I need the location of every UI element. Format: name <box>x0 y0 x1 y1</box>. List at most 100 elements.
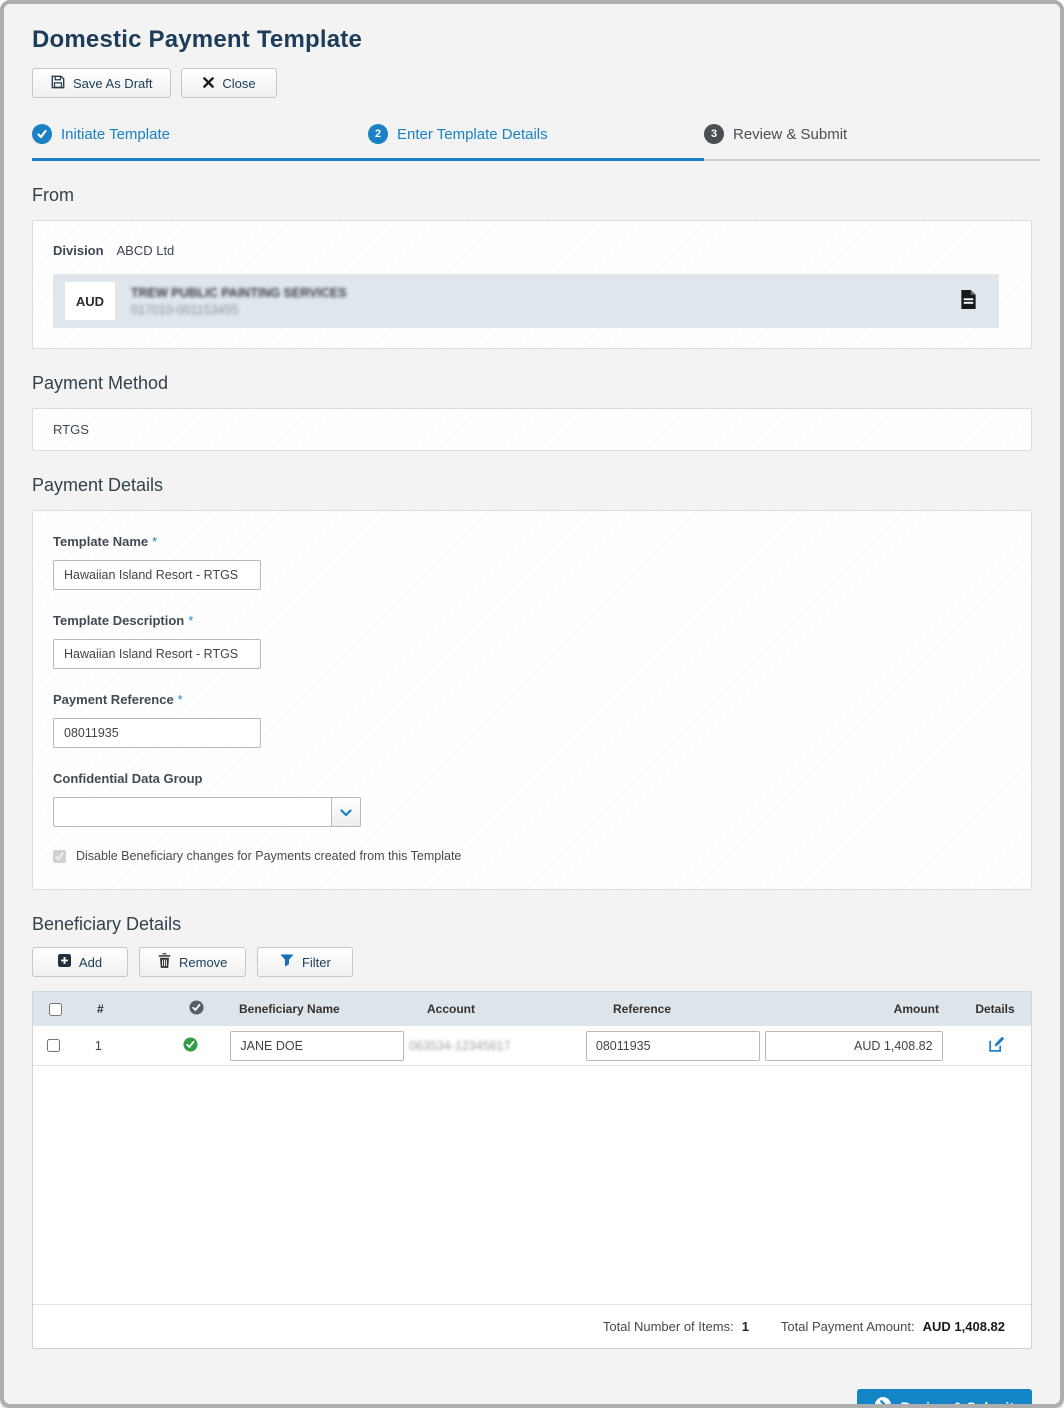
row-status-cell <box>171 1036 231 1055</box>
disable-beneficiary-checkbox <box>53 849 66 863</box>
division-value: ABCD Ltd <box>116 243 175 258</box>
row-checkbox[interactable] <box>47 1039 61 1052</box>
close-icon <box>203 76 215 91</box>
close-button[interactable]: Close <box>181 68 278 98</box>
add-label: Add <box>78 954 103 970</box>
filter-button[interactable]: Filter <box>257 947 354 977</box>
from-heading: From <box>32 185 74 205</box>
step-complete-check-icon <box>32 124 52 144</box>
total-items-value: 1 <box>741 1319 749 1334</box>
step-label: Initiate Template <box>61 125 170 143</box>
page-content: Domestic Payment Template Save As Draft … <box>4 4 1060 1349</box>
template-description-field-group: Template Description * <box>53 612 1011 669</box>
row-index: 1 <box>94 1038 102 1053</box>
beneficiary-table: # Beneficiary Name Account Reference Amo… <box>32 991 1032 1349</box>
beneficiary-name-input[interactable] <box>230 1030 405 1061</box>
total-amount-value: AUD 1,408.82 <box>922 1319 1005 1334</box>
arrow-right-circle-icon <box>875 1397 892 1404</box>
add-beneficiary-button[interactable]: Add <box>32 947 128 977</box>
payment-reference-input[interactable] <box>53 718 261 748</box>
payment-details-heading: Payment Details <box>32 475 164 495</box>
disable-beneficiary-label: Disable Beneficiary changes for Payments… <box>76 849 462 863</box>
account-number: 017010-001153455 <box>131 302 239 317</box>
payment-method-heading: Payment Method <box>32 373 169 393</box>
details-column-header: Details <box>975 1002 1015 1016</box>
template-name-label: Template Name <box>53 534 149 549</box>
row-details-cell <box>963 1036 1031 1056</box>
step-number-badge: 2 <box>368 124 388 144</box>
required-asterisk: * <box>188 613 194 628</box>
confidential-data-group-input[interactable] <box>53 797 331 827</box>
edit-details-button[interactable] <box>988 1036 1005 1056</box>
add-icon <box>57 954 71 970</box>
status-check-icon <box>189 1000 204 1018</box>
review-submit-label: Review & Submit <box>900 1398 1014 1408</box>
row-account-cell: 063534-12345617 <box>409 1039 586 1053</box>
required-asterisk: * <box>177 692 183 707</box>
edit-icon <box>988 1036 1005 1056</box>
template-description-input[interactable] <box>53 639 261 669</box>
review-submit-button[interactable]: Review & Submit <box>857 1389 1032 1408</box>
save-as-draft-button[interactable]: Save As Draft <box>32 68 172 98</box>
wizard-steps: Initiate Template 2 Enter Template Detai… <box>32 124 1040 161</box>
payment-details-card: Template Name* Template Description* Pay… <box>32 510 1032 890</box>
select-all-cell <box>33 1002 77 1016</box>
index-column-header: # <box>97 1002 104 1016</box>
steps-pending-group: 3 Review & Submit <box>704 124 1040 161</box>
close-label: Close <box>222 75 256 91</box>
select-all-checkbox[interactable] <box>48 1002 62 1016</box>
template-description-label: Template Description <box>53 613 185 628</box>
document-icon <box>960 290 977 312</box>
row-name-cell <box>230 1030 409 1061</box>
step-enter-template-details[interactable]: 2 Enter Template Details <box>368 124 704 144</box>
chevron-down-icon <box>340 805 352 820</box>
division-label: Division <box>53 243 104 258</box>
division-row: Division ABCD Ltd <box>53 243 1011 258</box>
total-amount-label: Total Payment Amount: <box>780 1319 915 1334</box>
row-select-cell <box>33 1039 75 1052</box>
payment-reference-label: Payment Reference <box>53 692 174 707</box>
step-label: Review & Submit <box>733 125 848 143</box>
beneficiary-toolbar: Add Remove Filter <box>32 947 1032 977</box>
reference-input[interactable] <box>585 1030 760 1061</box>
row-amount-cell <box>764 1030 963 1061</box>
required-asterisk: * <box>152 534 158 549</box>
confidential-dropdown-button[interactable] <box>331 797 361 827</box>
total-items-label: Total Number of Items: <box>602 1319 734 1334</box>
table-header-row: # Beneficiary Name Account Reference Amo… <box>33 992 1031 1026</box>
remove-beneficiary-button[interactable]: Remove <box>139 947 247 977</box>
beneficiary-details-heading: Beneficiary Details <box>32 914 182 934</box>
save-icon <box>51 75 65 92</box>
filter-label: Filter <box>301 954 331 970</box>
table-empty-area <box>33 1066 1031 1304</box>
valid-check-icon <box>183 1036 198 1055</box>
step-review-submit[interactable]: 3 Review & Submit <box>704 124 1040 144</box>
trash-icon <box>158 953 171 971</box>
header-toolbar: Save As Draft Close <box>32 68 1032 98</box>
payment-method-card: RTGS <box>32 408 1032 451</box>
currency-badge: AUD <box>65 282 115 320</box>
remove-label: Remove <box>179 954 228 970</box>
amount-column-header: Amount <box>893 1002 939 1016</box>
reference-column-header: Reference <box>613 1002 672 1016</box>
page-title: Domestic Payment Template <box>32 26 362 53</box>
steps-active-group: Initiate Template 2 Enter Template Detai… <box>32 124 704 161</box>
confidential-data-group-field: Confidential Data Group <box>53 770 1011 827</box>
row-reference-cell <box>585 1030 765 1061</box>
step-initiate-template[interactable]: Initiate Template <box>32 124 368 144</box>
account-identity: TREW PUBLIC PAINTING SERVICES 017010-001… <box>131 286 347 317</box>
step-number-badge: 3 <box>704 124 724 144</box>
table-footer: Total Number of Items: 1 Total Payment A… <box>33 1304 1031 1348</box>
filter-funnel-icon <box>280 954 294 970</box>
payment-method-value: RTGS <box>53 422 89 437</box>
template-name-field-group: Template Name * <box>53 533 1011 590</box>
beneficiary-name-column-header: Beneficiary Name <box>239 1002 340 1016</box>
step-label: Enter Template Details <box>397 125 548 143</box>
confidential-data-group-select <box>53 797 1011 827</box>
beneficiary-account-number: 063534-12345617 <box>409 1038 511 1053</box>
template-name-input[interactable] <box>53 560 261 590</box>
confidential-data-group-label: Confidential Data Group <box>53 771 203 786</box>
account-statement-button[interactable] <box>960 290 977 312</box>
account-name: TREW PUBLIC PAINTING SERVICES <box>131 285 347 300</box>
amount-input[interactable] <box>764 1030 943 1061</box>
